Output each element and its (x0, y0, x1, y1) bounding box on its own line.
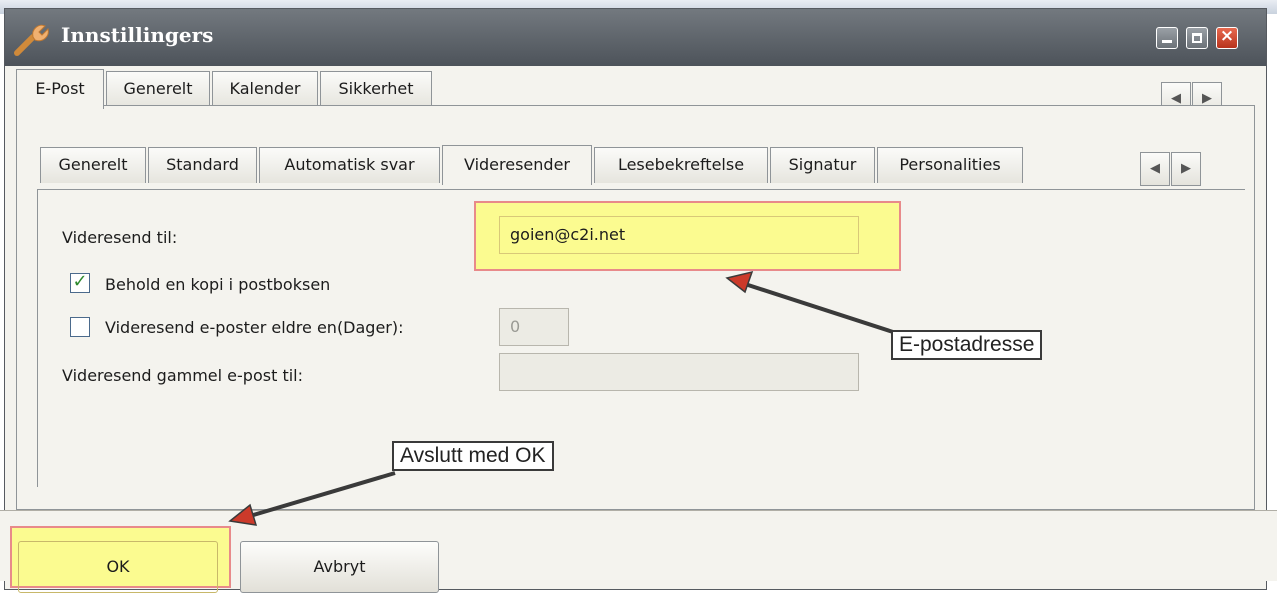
forward-older-days-field[interactable]: 0 (499, 308, 569, 346)
maximize-icon (1192, 33, 1202, 43)
close-icon: × (1219, 26, 1235, 46)
forward-old-to-label: Videresend gammel e-post til: (62, 366, 303, 385)
forward-old-to-field[interactable] (499, 353, 859, 391)
tab-kalender[interactable]: Kalender (212, 71, 318, 107)
tab-e-post[interactable]: E-Post (16, 69, 104, 109)
ok-callout: Avslutt med OK (392, 441, 554, 471)
tab-signatur[interactable]: Signatur (770, 147, 875, 183)
chevron-left-icon: ◀ (1171, 91, 1181, 106)
chevron-right-icon: ▶ (1181, 161, 1191, 176)
forward-to-field[interactable]: goien@c2i.net (499, 216, 859, 254)
minimize-button[interactable] (1156, 27, 1178, 49)
chevron-right-icon: ▶ (1202, 91, 1212, 106)
tab-generelt[interactable]: Generelt (106, 71, 210, 107)
keep-copy-checkbox[interactable]: ✓ (70, 271, 90, 293)
window-title: Innstillingers (61, 23, 214, 47)
tab-standard[interactable]: Standard (148, 147, 257, 183)
forward-older-checkbox[interactable] (70, 317, 90, 337)
inner-tabs-scroll-left[interactable]: ◀ (1140, 152, 1170, 186)
checkmark-icon: ✓ (72, 271, 88, 292)
minimize-icon (1162, 40, 1172, 43)
cancel-button[interactable]: Avbryt (240, 541, 439, 593)
wrench-icon (14, 24, 49, 56)
tab-inner-generelt[interactable]: Generelt (40, 147, 146, 183)
tab-personalities[interactable]: Personalities (877, 147, 1023, 183)
email-address-callout: E-postadresse (891, 330, 1043, 360)
tab-lesebekreftelse[interactable]: Lesebekreftelse (594, 147, 768, 183)
chevron-left-icon: ◀ (1150, 161, 1160, 176)
tab-sikkerhet[interactable]: Sikkerhet (320, 71, 432, 107)
close-button[interactable]: × (1216, 26, 1238, 49)
forward-older-label: Videresend e-poster eldre en(Dager): (105, 318, 404, 337)
inner-tabs-scroll-right[interactable]: ▶ (1171, 152, 1201, 186)
tab-automatisk-svar[interactable]: Automatisk svar (259, 147, 440, 183)
title-bar[interactable]: Innstillingers × (5, 9, 1266, 66)
ok-button[interactable]: OK (18, 541, 218, 593)
forward-to-label: Videresend til: (62, 228, 178, 247)
maximize-button[interactable] (1186, 27, 1208, 49)
tab-videresender[interactable]: Videresender (442, 145, 592, 185)
keep-copy-label: Behold en kopi i postboksen (105, 275, 331, 294)
